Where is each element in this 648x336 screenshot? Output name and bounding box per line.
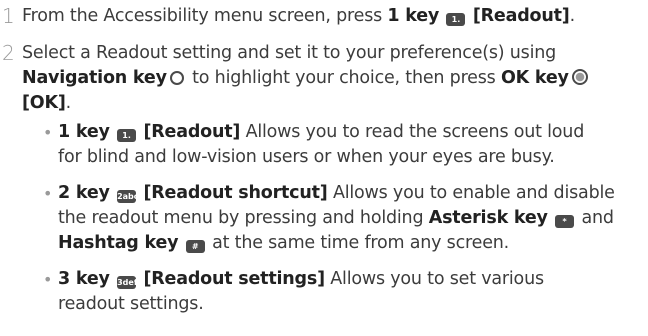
step-1-text-a: From the Accessibility menu screen, pres… [22, 6, 388, 26]
step-1-key-name: 1 key [387, 6, 440, 26]
key-3-icon: 3def [117, 276, 138, 289]
bullet-3-key: 3 key [58, 269, 110, 289]
ok-label: [OK] [22, 93, 66, 113]
step-1-text: From the Accessibility menu screen, pres… [22, 4, 575, 29]
bullet-2-line-3: Hashtag key # at the same time from any … [58, 231, 509, 256]
key-1-icon: 1. [117, 129, 137, 142]
bullet-2-text-3b: at the same time from any screen. [206, 233, 510, 253]
bullet-2-text-1: Allows you to enable and disable [327, 183, 615, 203]
bullet-3-line-1: 3 key 3def [Readout settings] Allows you… [58, 267, 544, 292]
bullet-2-line-2: the readout menu by pressing and holding… [58, 206, 614, 231]
step-2-period: . [65, 93, 72, 113]
bullet-1-label: [Readout] [143, 122, 241, 142]
bullet-dot: • [43, 184, 53, 203]
bullet-1-text-2: for blind and low-vision users or when y… [58, 147, 555, 167]
bullet-1-line-2: for blind and low-vision users or when y… [58, 145, 555, 170]
instructions-page: 1 From the Accessibility menu screen, pr… [0, 0, 648, 336]
bullet-2-label: [Readout shortcut] [143, 183, 328, 203]
bullet-2-text-2c: and [576, 208, 614, 228]
step-number: 2 [2, 41, 15, 65]
step-1-readout-label: [Readout] [472, 6, 570, 26]
step-2-line-2: Navigation key to highlight your choice,… [22, 66, 591, 91]
bullet-3-text-1: Allows you to set various [324, 269, 544, 289]
asterisk-key-icon: * [555, 215, 575, 228]
bullet-3-line-2: readout settings. [58, 292, 204, 317]
hashtag-key-icon: # [185, 240, 205, 253]
bullet-2-key: 2 key [58, 183, 110, 203]
step-1-period: . [569, 6, 576, 26]
bullet-2-text-2a: the readout menu by pressing and holding [58, 208, 429, 228]
bullet-dot: • [43, 123, 53, 142]
key-2-icon: 2abc [117, 190, 139, 203]
asterisk-key-label: Asterisk key [428, 208, 548, 228]
bullet-1-key: 1 key [58, 122, 110, 142]
key-1-icon: 1. [446, 13, 466, 26]
bullet-3-text-2: readout settings. [58, 294, 204, 314]
ok-key-label: OK key [500, 68, 569, 88]
bullet-3-label: [Readout settings] [143, 269, 325, 289]
step-2-line-3: [OK]. [22, 91, 71, 116]
bullet-dot: • [43, 270, 53, 289]
step-2-text-c: to highlight your choice, then press [186, 68, 501, 88]
navigation-key-icon [169, 71, 184, 85]
bullet-1-text-1: Allows you to read the screens out loud [240, 122, 585, 142]
hashtag-key-label: Hashtag key [58, 233, 179, 253]
step-number: 1 [2, 4, 15, 28]
navigation-key-label: Navigation key [22, 68, 167, 88]
ok-key-icon [571, 69, 588, 85]
step-2-text-a: Select a Readout setting and set it to y… [22, 43, 557, 63]
step-2-line-1: Select a Readout setting and set it to y… [22, 41, 556, 66]
bullet-1-line-1: 1 key 1. [Readout] Allows you to read th… [58, 120, 584, 145]
bullet-2-line-1: 2 key 2abc [Readout shortcut] Allows you… [58, 181, 615, 206]
